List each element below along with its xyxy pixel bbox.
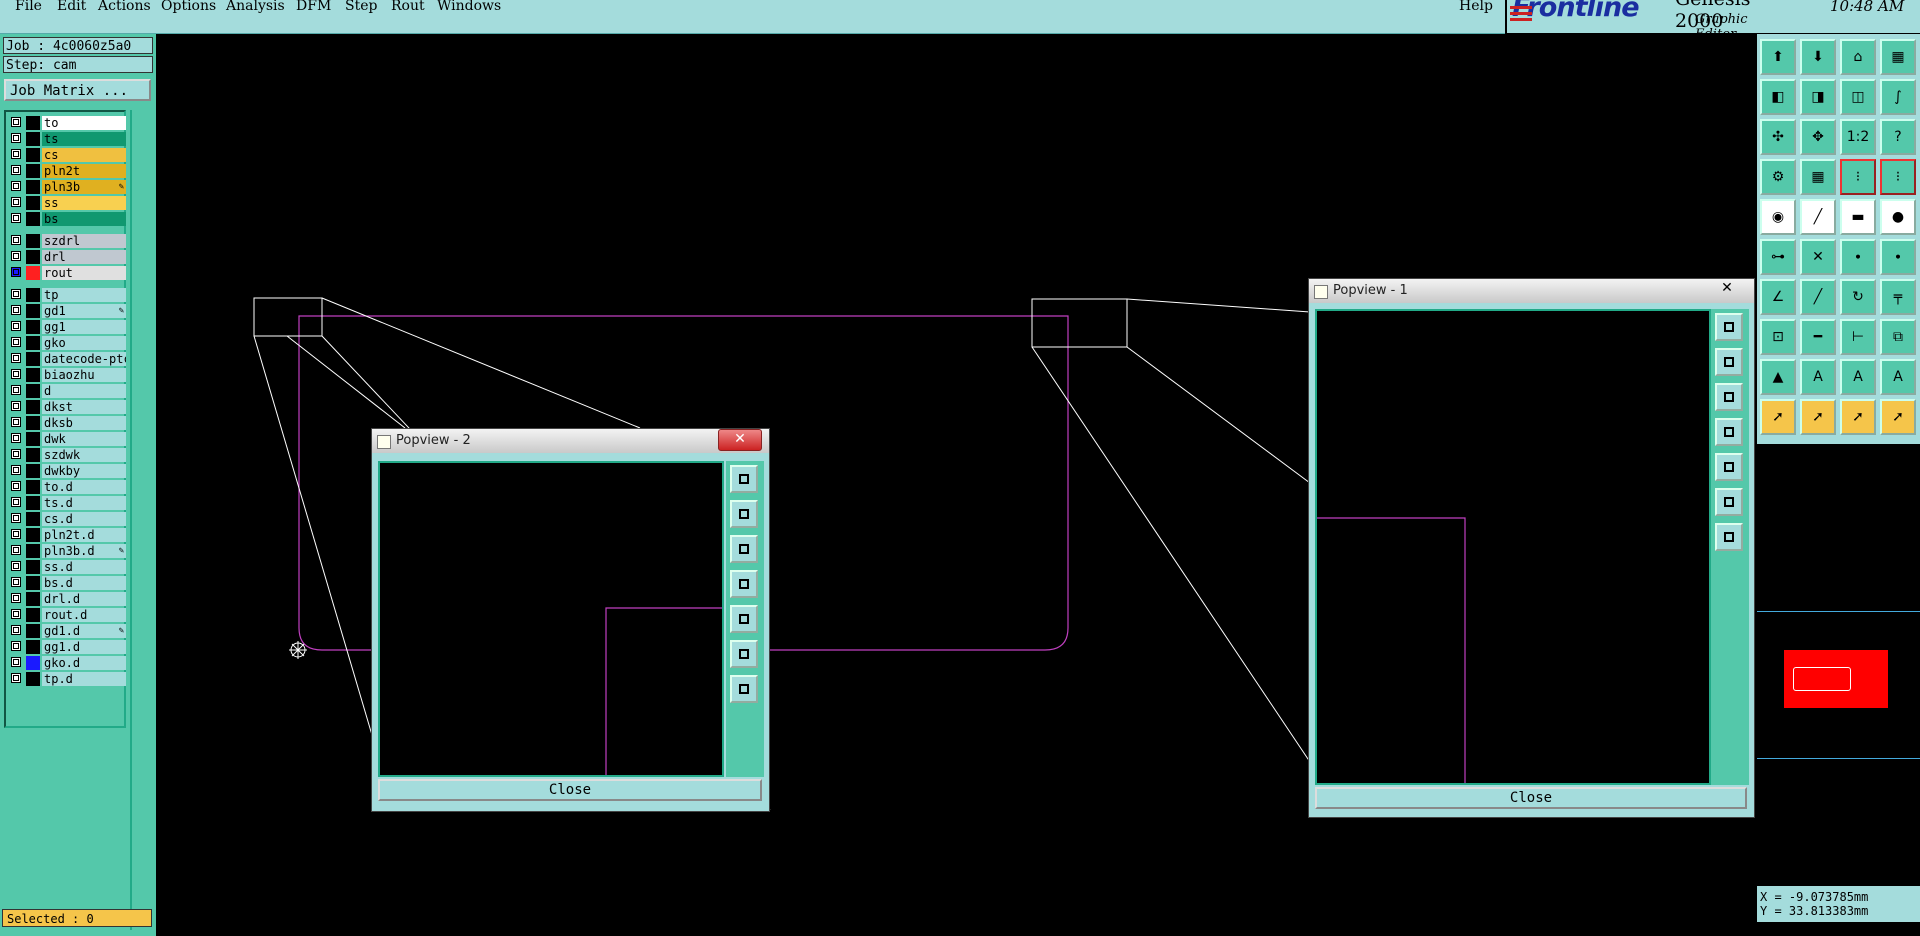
window-icon xyxy=(1314,285,1328,299)
popview-2-close-button[interactable]: Close xyxy=(378,779,762,801)
zoom-in-icon[interactable] xyxy=(730,640,758,668)
popview-2-rout-corner xyxy=(605,607,722,775)
route-icon[interactable]: ╤ xyxy=(1880,279,1916,315)
popview-1-rout-corner xyxy=(1317,517,1466,783)
cursor-coordinates: X = -9.073785mm Y = 33.813383mm xyxy=(1757,886,1920,922)
zoom-page-icon[interactable]: ⬇ xyxy=(1800,39,1836,75)
zoom-home2-icon[interactable]: ⌂ xyxy=(1840,39,1876,75)
zoom-out-icon[interactable]: ✥ xyxy=(1800,119,1836,155)
zoom-home-icon[interactable]: ⬆ xyxy=(1760,39,1796,75)
a-fill-icon[interactable]: A xyxy=(1840,359,1876,395)
select-arrow2-icon[interactable]: ➚ xyxy=(1800,399,1836,435)
tool-grid: ⬆ ⬇ ⌂ ▦ ◧ ◨ ◫ ∫ ✣ ✥ 1:2? ⚙ ▦ ⁝ ⁝ ◉ ╱ ▬ ● ⊶ ✕ ∙ ∙ ∠ ╱ ↻ ╤ ⊡ ━ ⊢ ⧉ ▲ A A A ➚ ➚… xyxy=(1757,34,1920,444)
tri-icon[interactable]: ▲ xyxy=(1760,359,1796,395)
zoom-fit-icon[interactable] xyxy=(1715,313,1743,341)
popview-2-title: Popview - 2 xyxy=(396,433,471,448)
select-move-icon[interactable]: ➚ xyxy=(1840,399,1876,435)
measure-h-icon[interactable]: ⊢ xyxy=(1840,319,1876,355)
a2-icon[interactable]: A xyxy=(1880,359,1916,395)
popview-1-titlebar[interactable]: Popview - 1 ✕ xyxy=(1309,279,1754,303)
overview-view-rect xyxy=(1793,667,1851,691)
pan-down-icon[interactable] xyxy=(1715,383,1743,411)
popview-2-titlebar[interactable]: Popview - 2 ✕ xyxy=(372,429,769,453)
window-icon xyxy=(377,435,391,449)
zoom-fit-icon[interactable]: ▦ xyxy=(1880,39,1916,75)
swap-icon[interactable]: ⧉ xyxy=(1880,319,1916,355)
pan-right-icon[interactable] xyxy=(1715,453,1743,481)
point2-icon[interactable]: ∙ xyxy=(1880,239,1916,275)
pan-center-icon[interactable]: ◫ xyxy=(1840,79,1876,115)
overview-map[interactable] xyxy=(1757,611,1920,759)
line-icon[interactable]: ╱ xyxy=(1800,199,1836,235)
popview-1-close-button[interactable]: Close xyxy=(1315,787,1747,809)
zoom-out-icon[interactable] xyxy=(730,675,758,703)
zoom-in-icon[interactable] xyxy=(1715,488,1743,516)
select-multi-icon[interactable]: ➚ xyxy=(1880,399,1916,435)
popview-1-title: Popview - 1 xyxy=(1333,283,1408,298)
scale-1-2-icon[interactable]: 1:2 xyxy=(1840,119,1876,155)
pan-left-icon[interactable] xyxy=(1715,418,1743,446)
right-panel: ⬆ ⬇ ⌂ ▦ ◧ ◨ ◫ ∫ ✣ ✥ 1:2? ⚙ ▦ ⁝ ⁝ ◉ ╱ ▬ ● ⊶ ✕ ∙ ∙ ∠ ╱ ↻ ╤ ⊡ ━ ⊢ ⧉ ▲ A A A ➚ ➚… xyxy=(1757,34,1920,936)
dash-icon[interactable]: ━ xyxy=(1800,319,1836,355)
zoom-box-1 xyxy=(1031,298,1128,348)
help-icon[interactable]: ? xyxy=(1880,119,1916,155)
point-icon[interactable]: ∙ xyxy=(1840,239,1876,275)
cross-icon[interactable]: ✕ xyxy=(1800,239,1836,275)
snap-red2-icon[interactable]: ⁝ xyxy=(1880,159,1916,195)
popview-2-toolbar xyxy=(726,461,764,777)
zoom-in-icon[interactable]: ✣ xyxy=(1760,119,1796,155)
a-icon[interactable]: A xyxy=(1800,359,1836,395)
zoom-fit-icon[interactable] xyxy=(730,465,758,493)
popview-1-close-icon[interactable]: ✕ xyxy=(1706,279,1748,299)
grid-icon[interactable]: ▦ xyxy=(1800,159,1836,195)
ruler-icon[interactable]: ▬ xyxy=(1840,199,1876,235)
popview-1-canvas[interactable] xyxy=(1315,309,1711,785)
measure-icon[interactable]: ⚙ xyxy=(1760,159,1796,195)
pad-icon[interactable]: ◉ xyxy=(1760,199,1796,235)
diag-icon[interactable]: ╱ xyxy=(1800,279,1836,315)
snap-red-icon[interactable]: ⁝ xyxy=(1840,159,1876,195)
pan-down-icon[interactable] xyxy=(730,535,758,563)
popview-1-toolbar xyxy=(1711,309,1749,785)
zoom-out-icon[interactable] xyxy=(1715,523,1743,551)
circle-icon[interactable]: ● xyxy=(1880,199,1916,235)
coord-y: Y = 33.813383mm xyxy=(1760,904,1869,918)
pan-up-icon[interactable] xyxy=(1715,348,1743,376)
popview-2-close-icon[interactable]: ✕ xyxy=(718,429,762,451)
pan-left-icon[interactable] xyxy=(730,570,758,598)
pan-s-icon[interactable]: ∫ xyxy=(1880,79,1916,115)
zoom-box-2 xyxy=(253,297,323,337)
select-arrow-icon[interactable]: ➚ xyxy=(1760,399,1796,435)
pan-right-icon[interactable] xyxy=(730,605,758,633)
pan-right-icon[interactable]: ◨ xyxy=(1800,79,1836,115)
angle-icon[interactable]: ∠ xyxy=(1760,279,1796,315)
coord-x: X = -9.073785mm xyxy=(1760,890,1869,904)
pan-up-icon[interactable] xyxy=(730,500,758,528)
popview-1-window: Popview - 1 ✕ Close xyxy=(1308,278,1755,818)
pan-left-icon[interactable]: ◧ xyxy=(1760,79,1796,115)
pad-red-icon[interactable]: ⊡ xyxy=(1760,319,1796,355)
popview-2-canvas[interactable] xyxy=(378,461,724,777)
arc-icon[interactable]: ↻ xyxy=(1840,279,1876,315)
connect-icon[interactable]: ⊶ xyxy=(1760,239,1796,275)
overview-board xyxy=(1784,650,1888,708)
popview-2-window: Popview - 2 ✕ Close xyxy=(371,428,770,812)
